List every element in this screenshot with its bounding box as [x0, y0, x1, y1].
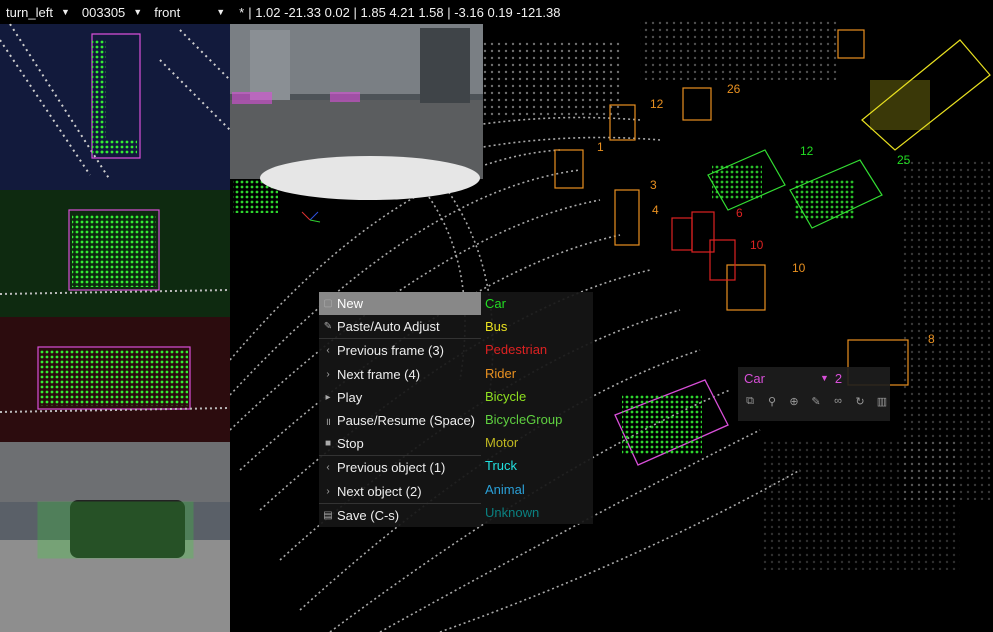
zoom-icon[interactable]: ⊕: [788, 395, 800, 408]
box-label[interactable]: 10: [750, 238, 763, 252]
box-label[interactable]: 12: [650, 97, 663, 111]
class-item-bicyclegroup[interactable]: BicycleGroup: [481, 408, 593, 431]
box-label[interactable]: 6: [736, 206, 743, 220]
chevron-left-icon: ‹: [326, 462, 330, 474]
box-label[interactable]: 26: [727, 82, 740, 96]
frame-selector[interactable]: 003305 ▼: [76, 5, 148, 20]
wrench-icon: ✎: [323, 321, 333, 333]
menu-item-previous-frame[interactable]: ‹ Previous frame (3): [319, 338, 481, 362]
back-view-panel[interactable]: [0, 317, 231, 442]
refresh-icon[interactable]: ↻: [854, 395, 866, 408]
play-icon: ▸: [325, 391, 331, 403]
chevron-down-icon: ▼: [216, 7, 226, 17]
class-item-unknown[interactable]: Unknown: [481, 501, 593, 524]
document-icon: ▢: [323, 298, 333, 310]
front-camera-image: [230, 24, 483, 200]
menu-item-stop[interactable]: ■ Stop: [319, 432, 481, 455]
class-item-bus[interactable]: Bus: [481, 315, 593, 338]
building-points: [480, 40, 620, 120]
menu-item-save[interactable]: ▤ Save (C-s): [319, 502, 481, 527]
scene-name: turn_left: [6, 4, 53, 20]
link-icon[interactable]: ∞: [832, 395, 844, 407]
box-label[interactable]: 4: [652, 203, 659, 217]
stop-icon: ■: [324, 438, 332, 450]
side-view-panel[interactable]: [0, 190, 231, 317]
chevron-left-icon: ‹: [326, 345, 330, 357]
class-item-animal[interactable]: Animal: [481, 478, 593, 501]
menu-item-play[interactable]: ▸ Play: [319, 386, 481, 409]
class-item-motor[interactable]: Motor: [481, 431, 593, 454]
class-submenu: Car Bus Pedestrian Rider Bicycle Bicycle…: [481, 292, 593, 524]
copy-icon[interactable]: ⧉: [744, 395, 756, 407]
chevron-down-icon: ▼: [133, 7, 143, 17]
class-item-truck[interactable]: Truck: [481, 454, 593, 477]
scene-selector[interactable]: turn_left ▼: [0, 5, 76, 20]
camera-selector[interactable]: front ▼: [148, 5, 231, 20]
edit-icon[interactable]: ✎: [810, 395, 822, 408]
class-item-rider[interactable]: Rider: [481, 362, 593, 385]
object-class-select[interactable]: Car: [744, 371, 820, 386]
class-item-car[interactable]: Car: [481, 292, 593, 315]
camera-crop-panel: [0, 442, 230, 632]
menu-item-next-object[interactable]: › Next object (2): [319, 480, 481, 503]
box-label[interactable]: 3: [650, 178, 657, 192]
box-label[interactable]: 12: [800, 144, 813, 158]
menu-item-previous-object[interactable]: ‹ Previous object (1): [319, 455, 481, 479]
class-item-pedestrian[interactable]: Pedestrian: [481, 338, 593, 361]
camera-name: front: [154, 4, 181, 20]
modified-marker: *: [239, 4, 245, 20]
top-toolbar: turn_left ▼ 003305 ▼ front ▼ * | 1.02 -21…: [0, 0, 560, 24]
object-id[interactable]: 2: [835, 371, 842, 386]
coords-text: | 1.02 -21.33 0.02 | 1.85 4.21 1.58 | -3…: [248, 4, 561, 20]
building-points-far: [640, 20, 840, 80]
chevron-right-icon: ›: [326, 368, 330, 380]
delete-icon[interactable]: ▥: [876, 395, 888, 408]
box-label[interactable]: 25: [897, 153, 910, 167]
top-view-panel[interactable]: [0, 23, 231, 190]
chevron-down-icon[interactable]: ▼: [820, 373, 829, 383]
menu-item-paste-auto-adjust[interactable]: ✎ Paste/Auto Adjust: [319, 315, 481, 338]
pin-icon[interactable]: ⚲: [766, 395, 778, 408]
roadside-points-near: [760, 440, 960, 570]
menu-item-pause-resume[interactable]: ॥ Pause/Resume (Space): [319, 409, 481, 432]
chevron-right-icon: ›: [326, 485, 330, 497]
object-editor-panel: Car ▼ 2 ⧉ ⚲ ⊕ ✎ ∞ ↻ ▥: [738, 367, 890, 421]
class-item-bicycle[interactable]: Bicycle: [481, 385, 593, 408]
save-icon: ▤: [323, 509, 333, 521]
box-coordinates: * | 1.02 -21.33 0.02 | 1.85 4.21 1.58 | -…: [239, 5, 560, 20]
menu-item-new[interactable]: ▢ New: [319, 292, 481, 316]
pause-icon: ॥: [325, 416, 331, 428]
menu-item-next-frame[interactable]: › Next frame (4): [319, 363, 481, 386]
box-label[interactable]: 8: [928, 332, 935, 346]
frame-id: 003305: [81, 4, 126, 20]
context-menu: ▢ New ✎ Paste/Auto Adjust ‹ Previous frame …: [319, 292, 481, 527]
box-label[interactable]: 10: [792, 261, 805, 275]
box-label[interactable]: 1: [597, 140, 604, 154]
chevron-down-icon: ▼: [60, 7, 70, 17]
